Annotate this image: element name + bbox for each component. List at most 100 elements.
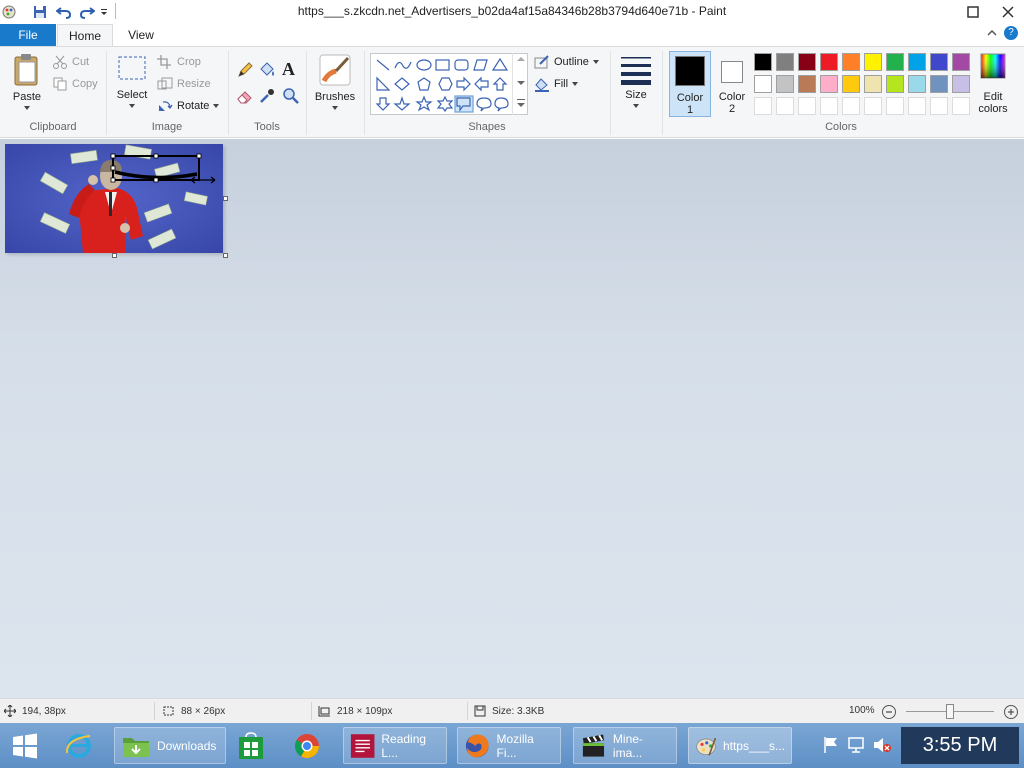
edit-colors-button[interactable]: Edit colors: [976, 51, 1010, 117]
palette-custom-slot[interactable]: [908, 97, 926, 115]
palette-swatch[interactable]: [952, 53, 970, 71]
action-center-flag-icon[interactable]: [822, 736, 840, 754]
help-icon[interactable]: ?: [1004, 26, 1018, 40]
brushes-button[interactable]: Brushes: [312, 53, 358, 111]
tab-file[interactable]: File: [0, 24, 56, 46]
store-icon: [239, 731, 263, 759]
resize-label: Resize: [177, 78, 211, 90]
outline-button[interactable]: Outline: [534, 53, 600, 71]
internet-explorer-icon: [65, 733, 91, 758]
window-title: https___s.zkcdn.net_Advertisers_b02da4af…: [297, 4, 727, 18]
fill-button[interactable]: Fill: [534, 75, 579, 93]
palette-swatch[interactable]: [952, 75, 970, 93]
image-canvas[interactable]: [5, 144, 223, 253]
eraser-icon[interactable]: [236, 87, 254, 105]
palette-swatch[interactable]: [776, 75, 794, 93]
palette-custom-slot[interactable]: [776, 97, 794, 115]
minimize-ribbon-icon[interactable]: [986, 28, 998, 41]
paint-icon: [696, 737, 717, 756]
palette-swatch[interactable]: [930, 53, 948, 71]
zoom-slider-thumb[interactable]: [946, 704, 954, 719]
palette-swatch[interactable]: [820, 53, 838, 71]
status-separator: [154, 702, 155, 720]
palette-swatch[interactable]: [886, 53, 904, 71]
palette-swatch[interactable]: [842, 75, 860, 93]
clapperboard-icon: [582, 733, 605, 757]
palette-swatch[interactable]: [754, 75, 772, 93]
size-button[interactable]: Size: [616, 53, 656, 109]
palette-swatch[interactable]: [908, 75, 926, 93]
edit-colors-label: Edit: [983, 91, 1003, 103]
taskbar-firefox[interactable]: Mozilla Fi...: [457, 727, 561, 764]
shapes-icons: [375, 57, 509, 113]
four-point-star-shape-icon: [393, 96, 411, 111]
system-clock[interactable]: 3:55 PM: [901, 727, 1019, 764]
palette-swatch[interactable]: [886, 75, 904, 93]
disk-icon: [474, 705, 486, 717]
canvas-resize-handle-bottom[interactable]: [112, 253, 117, 258]
palette-custom-slot[interactable]: [820, 97, 838, 115]
palette-custom-slot[interactable]: [886, 97, 904, 115]
volume-muted-icon[interactable]: [872, 736, 892, 754]
cut-label: Cut: [72, 56, 90, 68]
palette-swatch[interactable]: [864, 75, 882, 93]
cut-button[interactable]: Cut: [52, 53, 89, 71]
palette-swatch[interactable]: [842, 53, 860, 71]
palette-custom-slot[interactable]: [930, 97, 948, 115]
canvas-resize-handle-right[interactable]: [223, 196, 228, 201]
magnifier-icon[interactable]: [282, 87, 300, 105]
windows-logo-icon: [13, 733, 37, 758]
palette-custom-slot[interactable]: [864, 97, 882, 115]
tab-view[interactable]: View: [118, 24, 164, 46]
palette-swatch[interactable]: [864, 53, 882, 71]
palette-custom-slot[interactable]: [842, 97, 860, 115]
tools-group-label: Tools: [254, 121, 280, 133]
copy-label: Copy: [72, 78, 98, 90]
taskbar-downloads[interactable]: Downloads: [114, 727, 226, 764]
copy-button[interactable]: Copy: [52, 75, 98, 93]
brush-icon: [319, 54, 351, 86]
select-button[interactable]: Select: [112, 53, 152, 109]
tab-home[interactable]: Home: [57, 24, 113, 46]
title-bar: https___s.zkcdn.net_Advertisers_b02da4af…: [0, 0, 1024, 24]
taskbar-reading-list[interactable]: Reading L...: [343, 727, 447, 764]
palette-swatch[interactable]: [798, 53, 816, 71]
palette-swatch[interactable]: [908, 53, 926, 71]
start-button[interactable]: [4, 727, 46, 764]
maximize-button[interactable]: [953, 0, 993, 24]
fill-bucket-icon[interactable]: [258, 61, 276, 79]
paste-button[interactable]: Paste: [8, 53, 46, 111]
zoom-out-button[interactable]: [881, 704, 897, 720]
crop-button[interactable]: Crop: [157, 53, 201, 71]
rotate-button[interactable]: Rotate: [157, 97, 220, 115]
canvas-area[interactable]: [0, 139, 1024, 698]
zoom-in-button[interactable]: [1003, 704, 1019, 720]
canvas-resize-handle-corner[interactable]: [223, 253, 228, 258]
resize-button[interactable]: Resize: [157, 75, 211, 93]
reading-list-icon: [350, 733, 375, 758]
rotate-icon: [159, 101, 173, 111]
taskbar-mine-image[interactable]: Mine-ima...: [573, 727, 677, 764]
internet-explorer-button[interactable]: [58, 727, 100, 764]
text-tool-icon[interactable]: A: [282, 59, 300, 79]
color-picker-icon[interactable]: [258, 87, 276, 105]
palette-swatch[interactable]: [776, 53, 794, 71]
close-button[interactable]: [988, 0, 1024, 24]
chrome-button[interactable]: [286, 727, 328, 764]
network-icon[interactable]: [847, 736, 867, 754]
shapes-gallery[interactable]: [370, 53, 528, 115]
palette-swatch[interactable]: [798, 75, 816, 93]
color1-button[interactable]: Color 1: [669, 51, 711, 117]
palette-custom-slot[interactable]: [952, 97, 970, 115]
pencil-icon[interactable]: [236, 61, 254, 79]
hexagon-shape-icon: [438, 77, 453, 91]
store-button[interactable]: [230, 727, 272, 764]
color2-button[interactable]: Color 2: [713, 51, 751, 117]
shapes-gallery-scrollbar[interactable]: [512, 53, 528, 115]
palette-swatch[interactable]: [930, 75, 948, 93]
taskbar-paint[interactable]: https___s...: [688, 727, 792, 764]
palette-swatch[interactable]: [820, 75, 838, 93]
palette-swatch[interactable]: [754, 53, 772, 71]
palette-custom-slot[interactable]: [798, 97, 816, 115]
palette-custom-slot[interactable]: [754, 97, 772, 115]
